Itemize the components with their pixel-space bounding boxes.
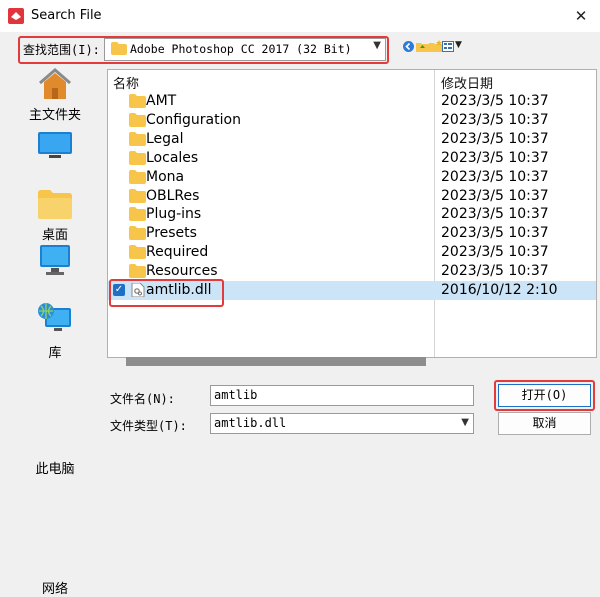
- filetype-label: 文件类型(T):: [110, 419, 187, 433]
- folder-icon: [129, 169, 146, 184]
- computer-icon: [40, 245, 70, 275]
- file-date: 2023/3/5 10:37: [441, 206, 549, 223]
- view-menu-icon[interactable]: [442, 40, 455, 53]
- column-header-name[interactable]: 名称: [113, 73, 139, 92]
- home-icon: [39, 68, 71, 99]
- folder-icon: [129, 245, 146, 260]
- close-button[interactable]: ✕: [568, 3, 594, 29]
- back-icon[interactable]: [402, 40, 415, 53]
- file-name: OBLRes: [146, 187, 200, 204]
- lookin-highlight-box: [18, 36, 389, 64]
- file-name: Configuration: [146, 111, 241, 128]
- file-row[interactable]: Plug-ins 2023/3/5 10:37: [108, 205, 596, 224]
- file-row[interactable]: OBLRes 2023/3/5 10:37: [108, 187, 596, 206]
- column-header-date[interactable]: 修改日期: [441, 73, 493, 92]
- filename-input[interactable]: amtlib: [210, 385, 474, 406]
- filetype-select[interactable]: amtlib.dll ▼: [210, 413, 474, 434]
- place-label: 此电脑: [35, 462, 75, 477]
- view-dropdown-chevron-icon[interactable]: ▼: [455, 40, 462, 50]
- place-network[interactable]: 网络: [14, 302, 96, 597]
- file-name: Mona: [146, 168, 185, 185]
- file-name: Presets: [146, 225, 197, 242]
- file-name: Plug-ins: [146, 206, 202, 223]
- filename-label: 文件名(N):: [110, 392, 175, 406]
- file-row[interactable]: Configuration 2023/3/5 10:37: [108, 111, 596, 130]
- window-title: Search File: [31, 8, 102, 23]
- file-date: 2023/3/5 10:37: [441, 244, 549, 261]
- folder-icon: [129, 264, 146, 279]
- network-icon: [38, 303, 71, 331]
- up-folder-icon[interactable]: [416, 40, 429, 53]
- folder-icon: [129, 188, 146, 203]
- file-name: Legal: [146, 130, 184, 147]
- file-name: AMT: [146, 93, 177, 109]
- file-row[interactable]: Required 2023/3/5 10:37: [108, 243, 596, 262]
- folder-icon: [129, 94, 146, 108]
- place-home[interactable]: 主文件夹: [14, 62, 96, 123]
- folder-icon: [129, 207, 146, 222]
- file-row[interactable]: Presets 2023/3/5 10:37: [108, 224, 596, 243]
- file-date: 2023/3/5 10:37: [441, 263, 549, 280]
- file-date: 2023/3/5 10:37: [441, 187, 549, 204]
- cancel-button[interactable]: 取消: [498, 412, 591, 435]
- file-date: 2023/3/5 10:37: [441, 149, 549, 166]
- file-date: 2023/3/5 10:37: [441, 130, 549, 147]
- folder-icon: [129, 150, 146, 165]
- filename-value: amtlib: [214, 388, 258, 402]
- file-highlight-box: [109, 279, 224, 307]
- file-name: Required: [146, 244, 209, 261]
- filetype-value: amtlib.dll: [214, 416, 287, 430]
- library-folder-icon: [38, 190, 72, 219]
- open-highlight-box: [494, 380, 595, 411]
- folder-icon: [129, 112, 146, 127]
- place-this-pc[interactable]: 此电脑: [14, 242, 96, 477]
- file-row[interactable]: Mona 2023/3/5 10:37: [108, 168, 596, 187]
- file-row[interactable]: AMT 2023/3/5 10:37: [108, 92, 596, 111]
- file-row[interactable]: Legal 2023/3/5 10:37: [108, 130, 596, 149]
- file-date: 2023/3/5 10:37: [441, 111, 549, 128]
- file-name: Resources: [146, 263, 218, 280]
- folder-icon: [129, 131, 146, 146]
- app-icon: [8, 8, 24, 24]
- desktop-icon: [38, 132, 72, 158]
- title-bar: Search File ✕: [0, 0, 600, 32]
- horizontal-scrollbar[interactable]: [126, 357, 426, 366]
- chevron-down-icon: ▼: [461, 417, 469, 428]
- file-date: 2023/3/5 10:37: [441, 93, 549, 109]
- place-label: 主文件夹: [28, 108, 81, 123]
- file-list[interactable]: 名称 修改日期 AMT 2023/3/5 10:37 Configuration 20…: [107, 69, 597, 358]
- place-library[interactable]: 库: [14, 184, 96, 361]
- file-date: 2023/3/5 10:37: [441, 168, 549, 185]
- file-name: Locales: [146, 149, 199, 166]
- new-folder-icon[interactable]: [429, 40, 442, 53]
- file-date: 2016/10/12 2:10: [441, 282, 558, 298]
- place-desktop[interactable]: 桌面: [14, 124, 96, 243]
- file-row[interactable]: Locales 2023/3/5 10:37: [108, 149, 596, 168]
- place-label: 网络: [41, 582, 68, 597]
- file-date: 2023/3/5 10:37: [441, 225, 549, 242]
- places-bar: 主文件夹 桌面 库 此电脑 网络: [14, 62, 96, 597]
- folder-icon: [129, 226, 146, 241]
